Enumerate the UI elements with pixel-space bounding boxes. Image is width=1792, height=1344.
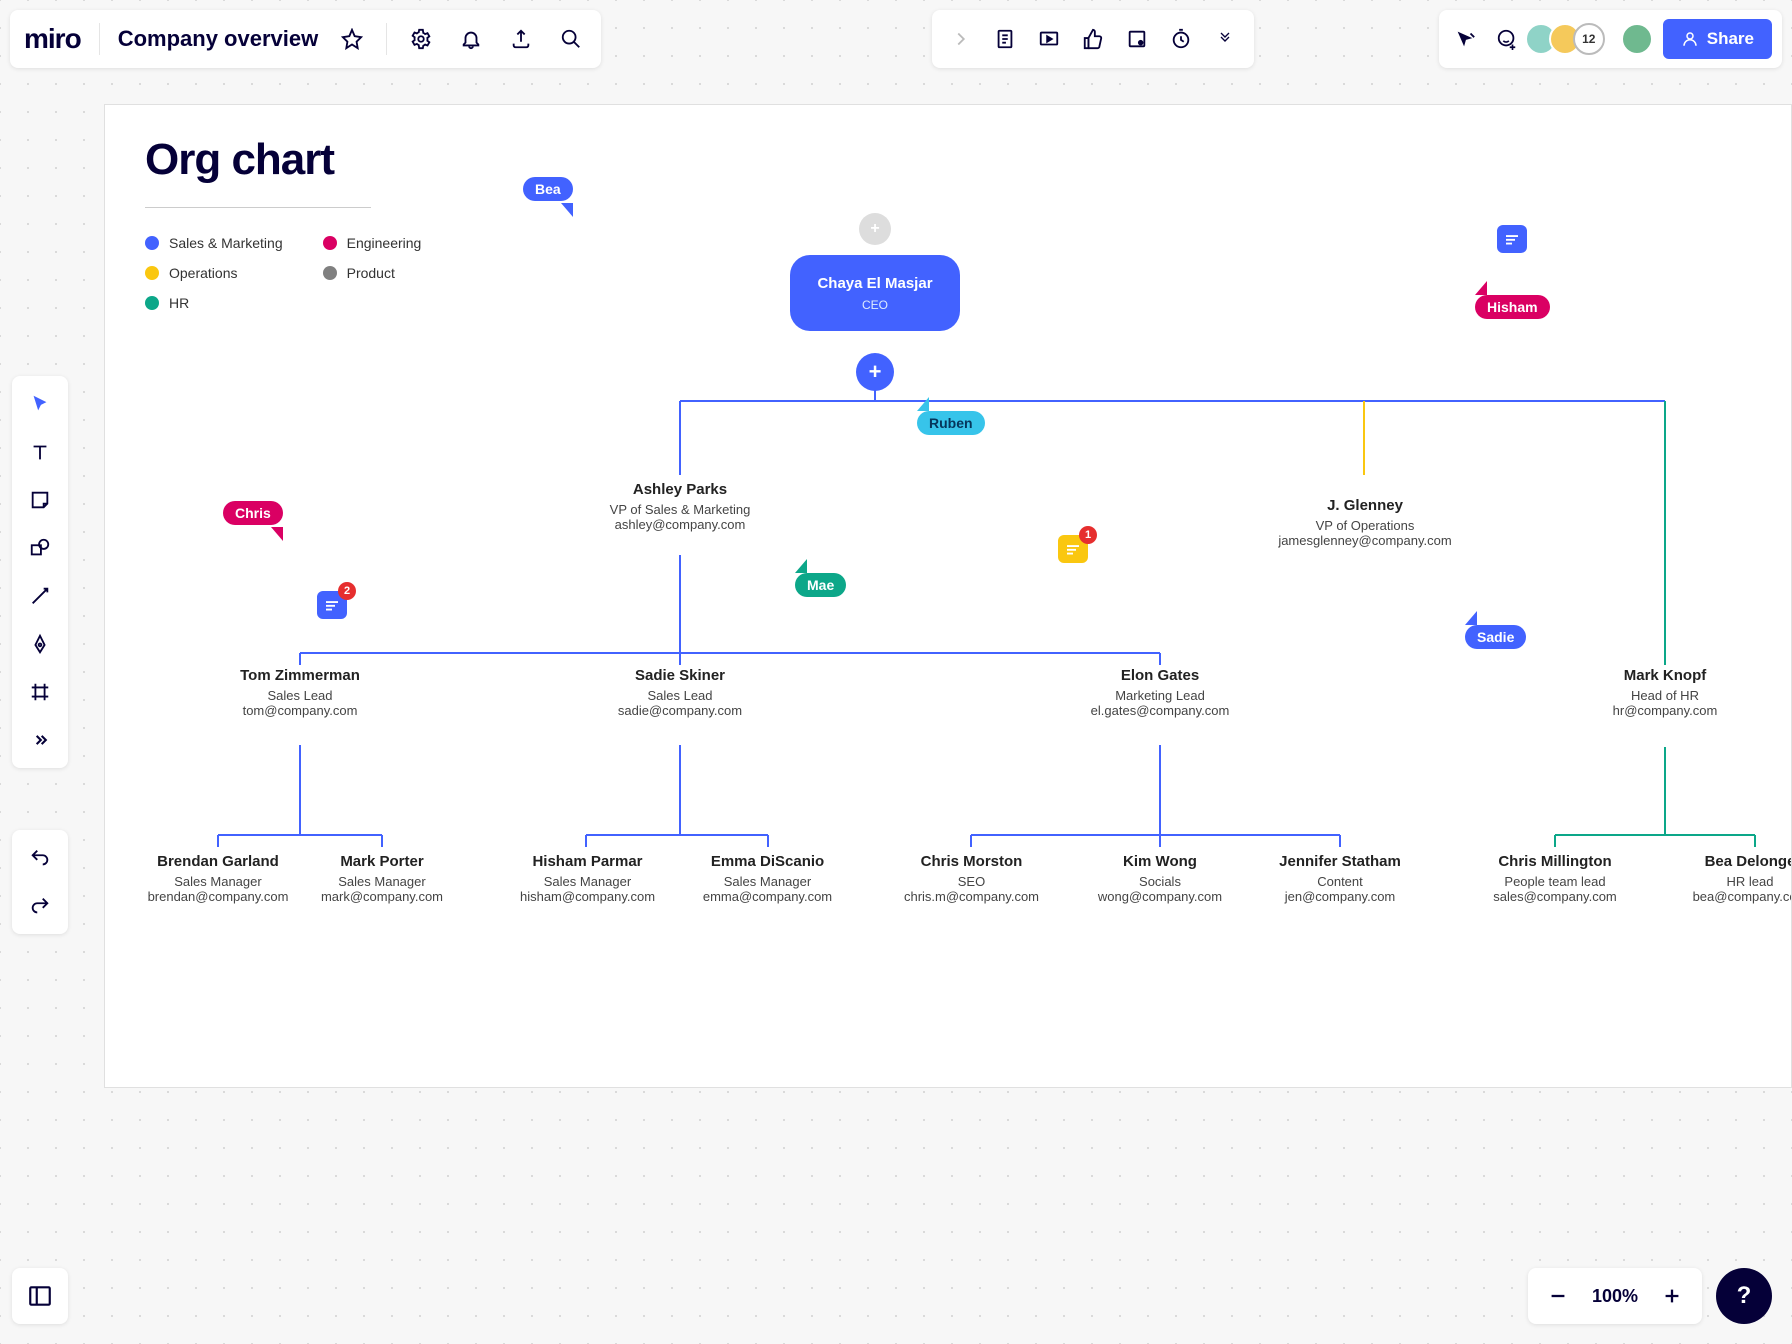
ceo-node[interactable]: Chaya El Masjar CEO xyxy=(790,255,960,331)
line-tool[interactable] xyxy=(20,576,60,616)
comment-count-badge: 2 xyxy=(338,582,356,600)
collaborator-cursor: Ruben xyxy=(917,395,985,435)
person-node[interactable]: Emma DiScanioSales Manageremma@company.c… xyxy=(680,853,855,904)
sticky-tool[interactable] xyxy=(20,480,60,520)
sticky-edit-icon[interactable] xyxy=(1118,23,1156,55)
timer-icon[interactable] xyxy=(1162,23,1200,55)
separator xyxy=(99,23,100,55)
comment-thread[interactable] xyxy=(1497,225,1527,253)
thumbs-up-icon[interactable] xyxy=(1074,23,1112,55)
topbar-center xyxy=(932,10,1254,68)
add-parent-button[interactable]: + xyxy=(859,213,891,245)
zoom-out-button[interactable] xyxy=(1542,1280,1574,1312)
zoom-in-button[interactable] xyxy=(1656,1280,1688,1312)
left-toolbar xyxy=(12,376,68,768)
current-user-avatar[interactable] xyxy=(1621,23,1653,55)
more-apps-icon[interactable] xyxy=(1206,23,1244,55)
avatar-overflow-count[interactable]: 12 xyxy=(1573,23,1605,55)
chevron-right-icon[interactable] xyxy=(942,23,980,55)
separator xyxy=(386,23,387,55)
zoom-controls: 100% xyxy=(1528,1268,1702,1324)
person-node[interactable]: Tom ZimmermanSales Leadtom@company.com xyxy=(210,667,390,718)
undo-redo-toolbar xyxy=(12,830,68,934)
star-icon[interactable] xyxy=(336,23,368,55)
cursor-hide-icon[interactable] xyxy=(1449,23,1481,55)
text-tool[interactable] xyxy=(20,432,60,472)
help-button[interactable]: ? xyxy=(1716,1268,1772,1324)
settings-icon[interactable] xyxy=(405,23,437,55)
person-node[interactable]: Sadie SkinerSales Leadsadie@company.com xyxy=(590,667,770,718)
person-node[interactable]: Chris MillingtonPeople team leadsales@co… xyxy=(1465,853,1645,904)
undo-button[interactable] xyxy=(20,838,60,878)
collaborator-cursor: Bea xyxy=(523,177,573,217)
shape-tool[interactable] xyxy=(20,528,60,568)
export-icon[interactable] xyxy=(505,23,537,55)
collaborator-cursor: Mae xyxy=(795,557,846,597)
person-node[interactable]: Jennifer StathamContentjen@company.com xyxy=(1255,853,1425,904)
person-node[interactable]: Elon GatesMarketing Leadel.gates@company… xyxy=(1065,667,1255,718)
add-child-button[interactable]: + xyxy=(856,353,894,391)
reactions-icon[interactable] xyxy=(1491,23,1523,55)
pen-tool[interactable] xyxy=(20,624,60,664)
search-icon[interactable] xyxy=(555,23,587,55)
person-node[interactable]: J. GlenneyVP of Operationsjamesglenney@c… xyxy=(1250,497,1480,548)
bell-icon[interactable] xyxy=(455,23,487,55)
person-node[interactable]: Kim WongSocialswong@company.com xyxy=(1070,853,1250,904)
comment-thread[interactable]: 2 xyxy=(317,591,347,619)
person-node[interactable]: Bea DelongeHR leadbea@company.com xyxy=(1665,853,1792,904)
person-node[interactable]: Mark PorterSales Managermark@company.com xyxy=(297,853,467,904)
share-label: Share xyxy=(1707,29,1754,49)
board-title[interactable]: Company overview xyxy=(118,26,319,52)
comment-count-badge: 1 xyxy=(1079,526,1097,544)
collaborator-cursor: Hisham xyxy=(1475,279,1550,319)
redo-button[interactable] xyxy=(20,886,60,926)
org-chart-frame[interactable]: Org chart Sales & Marketing Engineering … xyxy=(104,104,1792,1088)
person-node[interactable]: Hisham ParmarSales Managerhisham@company… xyxy=(500,853,675,904)
notes-icon[interactable] xyxy=(986,23,1024,55)
select-tool[interactable] xyxy=(20,384,60,424)
person-node[interactable]: Chris MorstonSEOchris.m@company.com xyxy=(883,853,1060,904)
minimap-button[interactable] xyxy=(12,1268,68,1324)
person-node[interactable]: Brendan GarlandSales Managerbrendan@comp… xyxy=(133,853,303,904)
collaborator-cursor: Chris xyxy=(223,501,283,541)
person-node[interactable]: Mark KnopfHead of HRhr@company.com xyxy=(1575,667,1755,718)
miro-logo[interactable]: miro xyxy=(24,23,81,55)
topbar-right: 12 Share xyxy=(1439,10,1782,68)
person-node[interactable]: Ashley ParksVP of Sales & Marketingashle… xyxy=(580,481,780,532)
comment-thread[interactable]: 1 xyxy=(1058,535,1088,563)
topbar-left: miro Company overview xyxy=(10,10,601,68)
collaborator-cursor: Sadie xyxy=(1465,609,1526,649)
more-tools[interactable] xyxy=(20,720,60,760)
collaborator-avatars[interactable]: 12 xyxy=(1533,23,1605,55)
present-icon[interactable] xyxy=(1030,23,1068,55)
share-button[interactable]: Share xyxy=(1663,19,1772,59)
frame-tool[interactable] xyxy=(20,672,60,712)
zoom-level[interactable]: 100% xyxy=(1592,1286,1638,1307)
